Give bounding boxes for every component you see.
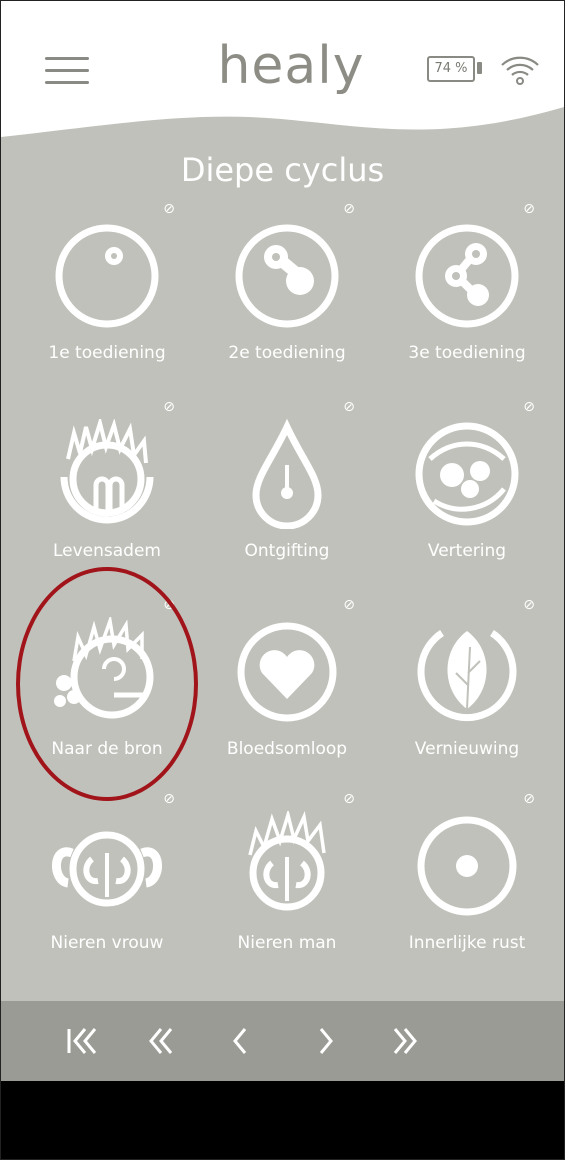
link-icon[interactable]: ⊘	[163, 201, 175, 217]
battery-indicator: 74 %	[427, 56, 482, 82]
wifi-icon	[501, 56, 539, 85]
program-label: Innerlijke rust	[408, 933, 526, 953]
link-icon[interactable]: ⊘	[163, 399, 175, 415]
program-tile[interactable]: ⊘ 1e toediening	[17, 201, 197, 381]
leaf-icon	[417, 630, 517, 722]
pagination-bar	[1, 1001, 564, 1081]
back-icon[interactable]	[215, 1011, 265, 1071]
fast-back-icon[interactable]	[137, 1011, 187, 1071]
heart-icon	[237, 622, 337, 722]
program-tile[interactable]: ⊘ Vertering	[377, 399, 557, 579]
link-icon[interactable]: ⊘	[523, 791, 535, 807]
program-tile[interactable]: ⊘ Ontgifting	[197, 399, 377, 579]
program-label: Vernieuwing	[414, 739, 520, 759]
link-icon[interactable]: ⊘	[343, 597, 355, 613]
cell-three-dots-icon	[415, 224, 519, 328]
program-label: 2e toediening	[228, 343, 346, 363]
program-tile[interactable]: ⊘ Nieren man	[197, 791, 377, 971]
healy-logo: healy	[217, 36, 365, 96]
battery-label: 74 %	[434, 61, 468, 76]
program-label: Levensadem	[52, 541, 161, 561]
program-label: Nieren vrouw	[50, 933, 164, 953]
program-label: 3e toediening	[408, 343, 526, 363]
fast-forward-icon[interactable]	[379, 1011, 429, 1071]
program-tile[interactable]: ⊘ 3e toediening	[377, 201, 557, 381]
program-label: Bloedsomloop	[226, 739, 348, 759]
app-frame: healy 74 % Diepe cyclus ⊘ 1e toediening ⊘ 2…	[0, 0, 565, 1160]
link-icon[interactable]: ⊘	[343, 399, 355, 415]
forward-icon[interactable]	[301, 1011, 351, 1071]
lungs-icon	[60, 419, 154, 524]
link-icon[interactable]: ⊘	[163, 791, 175, 807]
selection-highlight-ring	[16, 567, 198, 801]
link-icon[interactable]: ⊘	[523, 201, 535, 217]
link-icon[interactable]: ⊘	[343, 201, 355, 217]
black-footer-area	[1, 1081, 564, 1159]
digestion-icon	[415, 422, 519, 526]
hamburger-menu-icon[interactable]	[45, 53, 89, 87]
program-label: 1e toediening	[48, 343, 166, 363]
page-title: Diepe cyclus	[180, 151, 385, 189]
header-wave	[1, 97, 564, 137]
program-label: Nieren man	[237, 933, 337, 953]
program-tile[interactable]: ⊘ 2e toediening	[197, 201, 377, 381]
program-tile[interactable]: ⊘ Vernieuwing	[377, 597, 557, 777]
cell-one-dot-icon	[55, 224, 159, 328]
program-tile[interactable]: ⊘ Levensadem	[17, 399, 197, 579]
kidneys-female-icon	[52, 831, 162, 907]
program-label: Vertering	[427, 541, 507, 561]
drop-icon	[252, 419, 322, 529]
link-icon[interactable]: ⊘	[523, 399, 535, 415]
first-page-icon[interactable]	[59, 1011, 109, 1071]
program-tile[interactable]: ⊘ Nieren vrouw	[17, 791, 197, 971]
cell-two-dots-icon	[235, 224, 339, 328]
kidneys-male-icon	[248, 811, 326, 911]
program-tile[interactable]: ⊘ Innerlijke rust	[377, 791, 557, 971]
program-label: Ontgifting	[244, 541, 330, 561]
link-icon[interactable]: ⊘	[523, 597, 535, 613]
link-icon[interactable]: ⊘	[343, 791, 355, 807]
program-tile[interactable]: ⊘ Bloedsomloop	[197, 597, 377, 777]
circle-dot-icon	[417, 816, 517, 916]
